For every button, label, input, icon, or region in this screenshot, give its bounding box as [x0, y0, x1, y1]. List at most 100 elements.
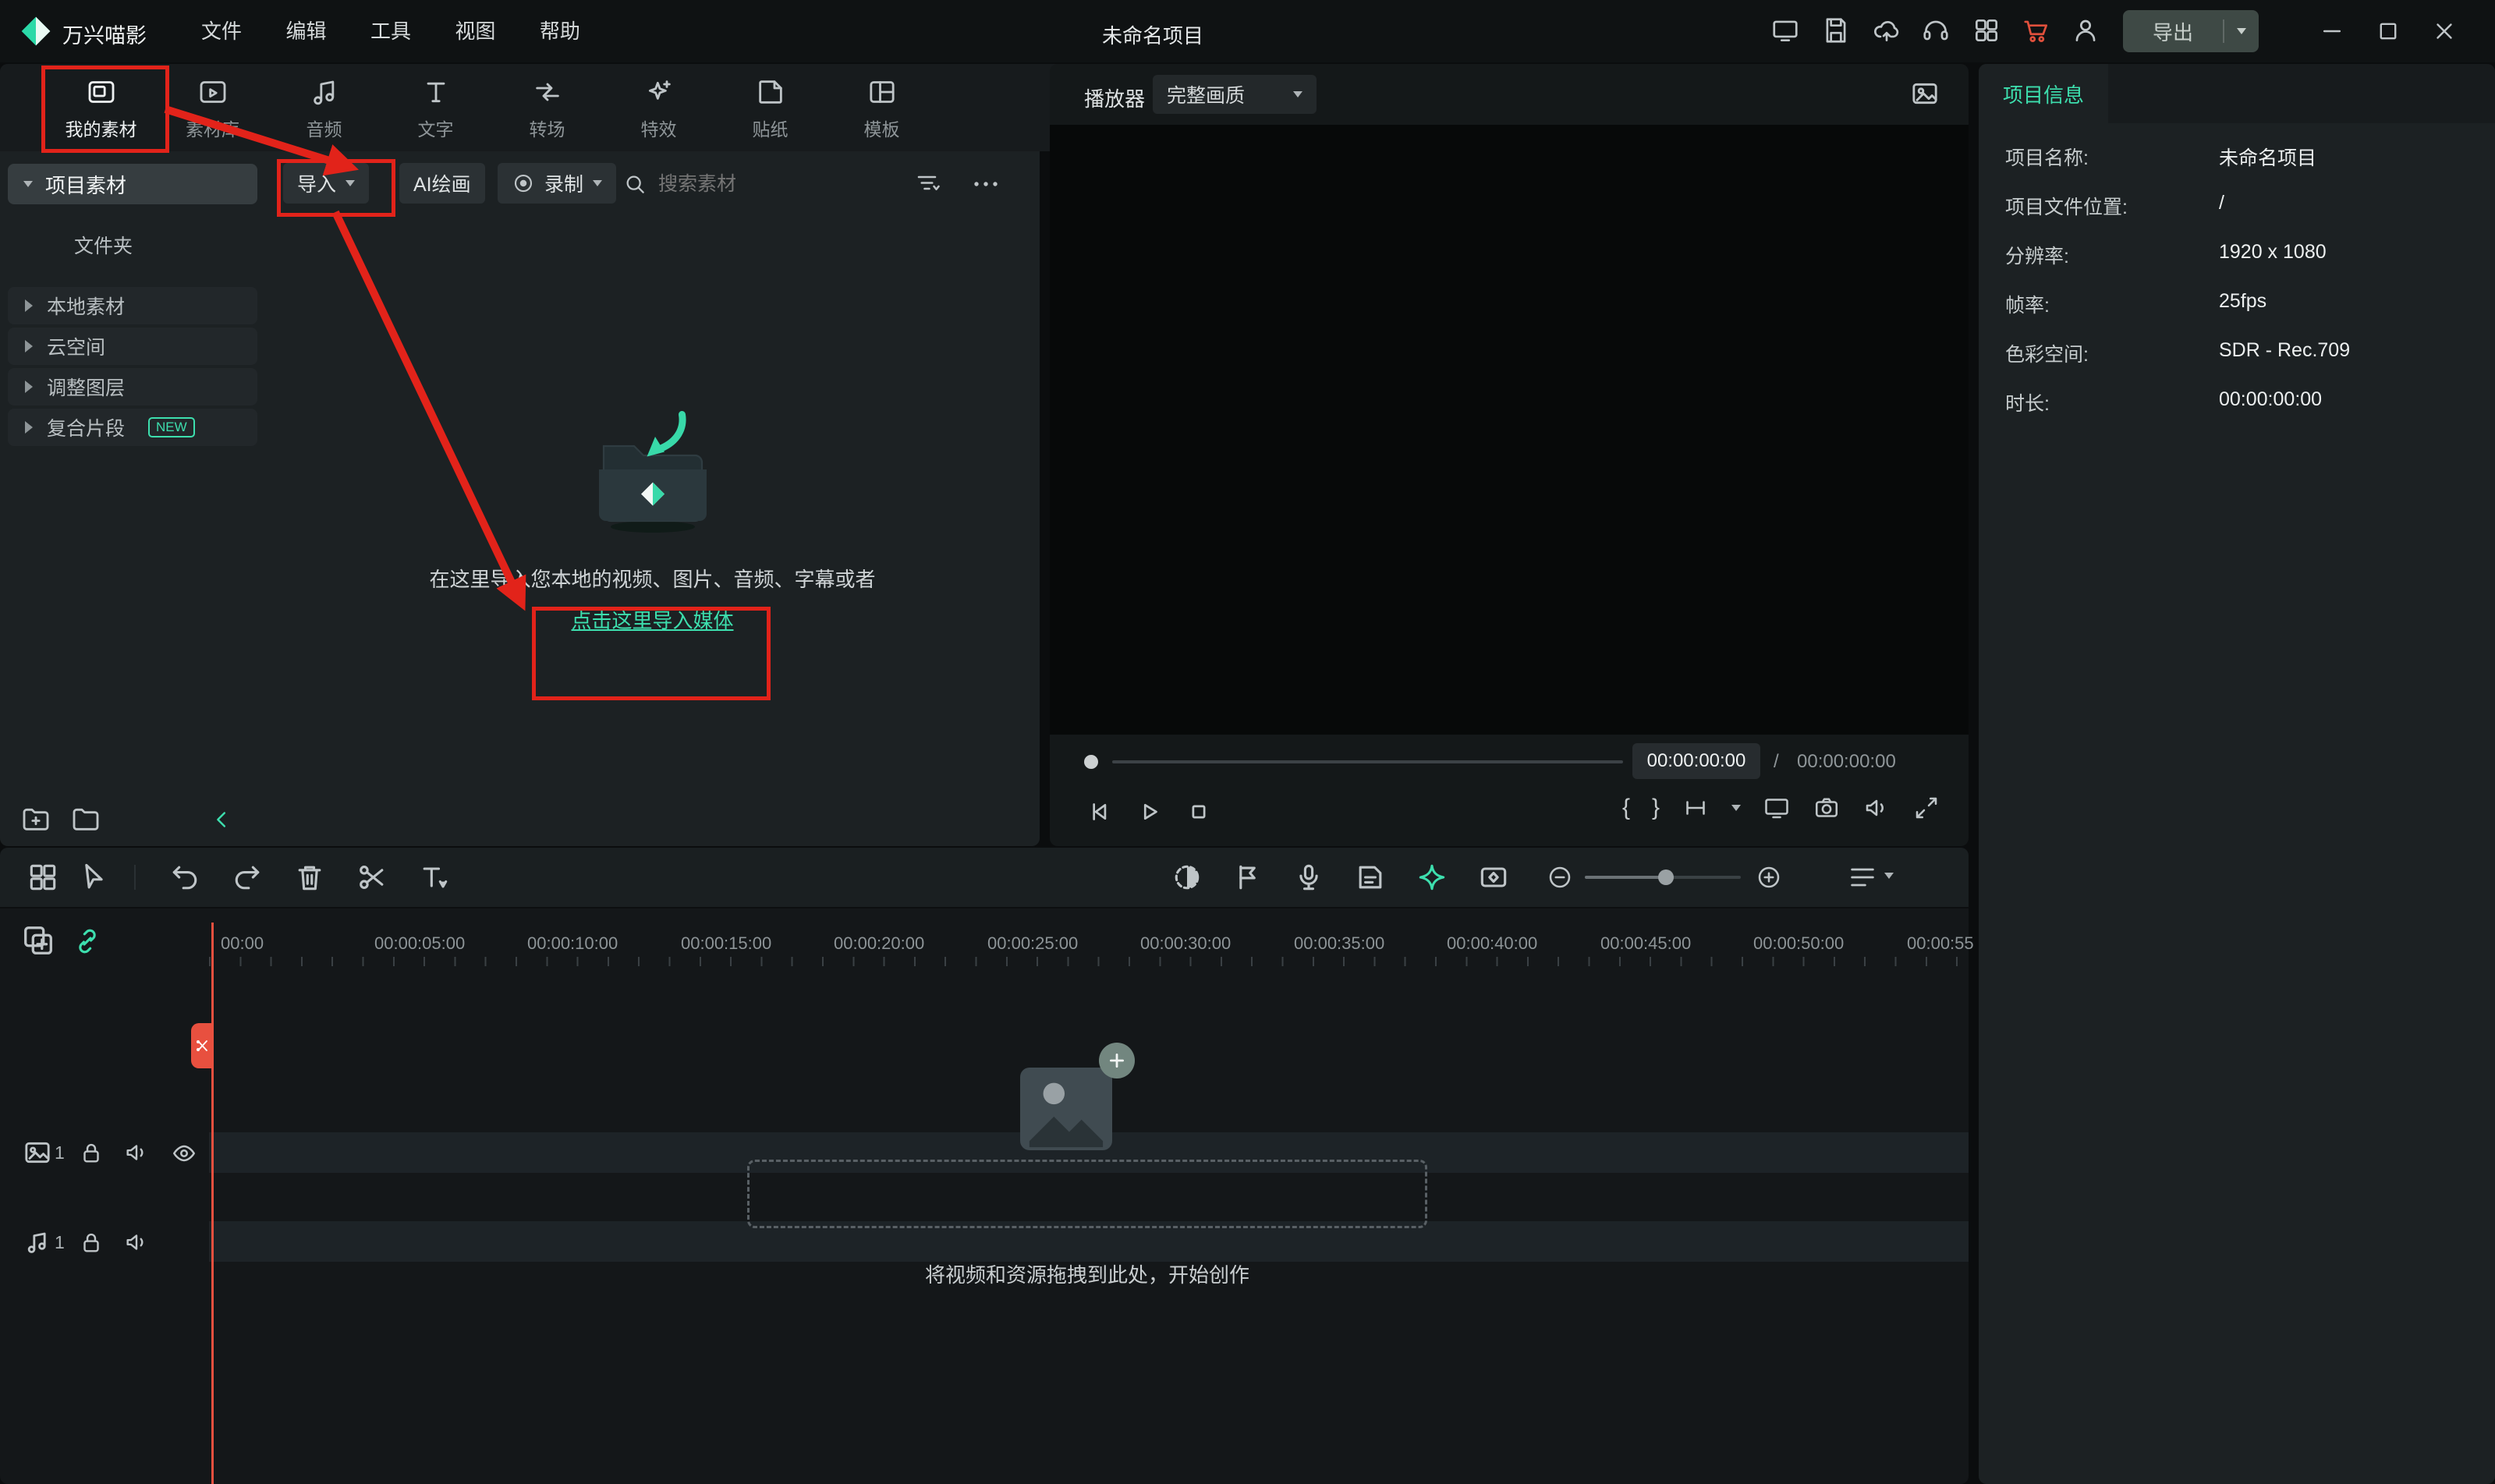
display-mode-icon[interactable] — [1770, 16, 1800, 45]
tab-audio[interactable]: 音频 — [268, 64, 380, 151]
keyframe-icon[interactable] — [1476, 860, 1511, 894]
time-divider: / — [1774, 751, 1779, 772]
sidebar-item-cloud-space[interactable]: 云空间 — [8, 328, 257, 365]
apps-grid-icon[interactable] — [1972, 16, 2001, 45]
seek-track[interactable] — [1112, 760, 1623, 763]
tab-stickers[interactable]: 贴纸 — [714, 64, 826, 151]
tab-transitions[interactable]: 转场 — [491, 64, 603, 151]
add-media-badge-icon[interactable] — [1099, 1043, 1135, 1078]
sidebar-item-compound-clip[interactable]: 复合片段 NEW — [8, 409, 257, 446]
cart-icon[interactable] — [2022, 16, 2051, 45]
seek-handle[interactable] — [1084, 755, 1098, 769]
support-headset-icon[interactable] — [1921, 16, 1951, 45]
link-clips-icon[interactable] — [70, 924, 105, 958]
video-track-number: 1 — [55, 1142, 65, 1163]
delete-folder-icon[interactable] — [70, 803, 101, 834]
quality-dropdown[interactable]: 完整画质 — [1153, 75, 1317, 114]
sidebar-item-local-media[interactable]: 本地素材 — [8, 287, 257, 324]
redo-icon[interactable] — [230, 860, 264, 894]
smart-spark-icon[interactable] — [1415, 860, 1449, 894]
info-label: 时长: — [2005, 393, 2050, 415]
track-height-icon[interactable] — [1847, 862, 1878, 893]
zoom-slider-knob[interactable] — [1658, 870, 1674, 885]
mute-track-icon[interactable] — [123, 1229, 150, 1256]
import-button[interactable]: 导入 — [283, 163, 370, 204]
volume-icon[interactable] — [1862, 794, 1891, 822]
export-dropdown-icon[interactable] — [2224, 28, 2259, 34]
sidebar-item-label: 复合片段 — [47, 418, 126, 440]
preview-viewport[interactable] — [1050, 125, 1969, 735]
menu-file[interactable]: 文件 — [181, 0, 262, 62]
filter-icon[interactable] — [914, 170, 942, 198]
search-input[interactable] — [657, 165, 878, 203]
hide-track-icon[interactable] — [170, 1139, 198, 1167]
marker-icon[interactable] — [1231, 860, 1265, 894]
select-tool-icon[interactable] — [76, 860, 111, 894]
tab-templates[interactable]: 模板 — [826, 64, 937, 151]
export-label: 导出 — [2152, 20, 2193, 44]
import-hint-text: 在这里导入您本地的视频、图片、音频、字幕或者 — [429, 568, 876, 591]
track-manager-icon[interactable] — [26, 860, 60, 894]
menu-view[interactable]: 视图 — [434, 0, 516, 62]
export-button[interactable]: 导出 — [2123, 10, 2259, 52]
maximize-icon[interactable] — [2371, 14, 2405, 48]
import-media-link[interactable]: 点击这里导入媒体 — [265, 605, 1040, 634]
collapse-sidebar-icon[interactable] — [209, 806, 236, 833]
add-to-timeline-icon[interactable] — [20, 923, 56, 958]
menu-tools[interactable]: 工具 — [350, 0, 431, 62]
close-icon[interactable] — [2427, 14, 2461, 48]
info-label: 分辨率: — [2005, 246, 2069, 267]
subtitle-icon[interactable] — [1353, 860, 1387, 894]
fullscreen-icon[interactable] — [1912, 794, 1940, 822]
previous-frame-icon[interactable] — [1084, 797, 1114, 827]
account-icon[interactable] — [2071, 16, 2100, 45]
sidebar-item-folder[interactable]: 文件夹 — [74, 231, 133, 259]
info-label: 项目文件位置: — [2005, 197, 2128, 218]
snapshot-icon[interactable] — [1813, 794, 1841, 822]
lock-track-icon[interactable] — [78, 1229, 105, 1256]
more-options-icon[interactable] — [972, 176, 1000, 192]
tab-project-info[interactable]: 项目信息 — [1979, 64, 2108, 123]
tab-stock-media[interactable]: 素材库 — [157, 64, 268, 151]
mute-track-icon[interactable] — [123, 1139, 150, 1166]
menu-edit[interactable]: 编辑 — [265, 0, 346, 62]
lock-track-icon[interactable] — [78, 1139, 105, 1166]
sidebar-item-project-media[interactable]: 项目素材 — [8, 164, 257, 204]
split-scissors-icon[interactable] — [355, 860, 389, 894]
mark-in-icon[interactable]: { — [1622, 795, 1630, 821]
ruler-label: 00:00:15:00 — [681, 933, 772, 953]
chevron-down-icon[interactable] — [1884, 873, 1894, 879]
top-bar: 万兴喵影 文件 编辑 工具 视图 帮助 未命名项目 导出 — [0, 0, 2495, 62]
voiceover-mic-icon[interactable] — [1292, 860, 1326, 894]
delete-icon[interactable] — [292, 860, 327, 894]
mark-out-icon[interactable]: } — [1652, 795, 1660, 821]
add-text-icon[interactable] — [417, 860, 452, 894]
sidebar-item-adjustment-layer[interactable]: 调整图层 — [8, 368, 257, 406]
minimize-icon[interactable] — [2315, 14, 2349, 48]
record-button[interactable]: 录制 — [498, 163, 617, 204]
zoom-out-icon[interactable] — [1546, 863, 1574, 891]
tab-text[interactable]: 文字 — [380, 64, 491, 151]
tab-label: 素材库 — [186, 119, 239, 140]
undo-icon[interactable] — [168, 860, 202, 894]
audio-track-number: 1 — [55, 1232, 65, 1252]
cloud-upload-icon[interactable] — [1872, 16, 1901, 45]
ai-paint-button[interactable]: AI绘画 — [399, 163, 485, 204]
second-screen-icon[interactable] — [1763, 794, 1791, 822]
play-icon[interactable] — [1134, 797, 1164, 827]
tab-effects[interactable]: 特效 — [603, 64, 714, 151]
trim-range-icon[interactable] — [1682, 794, 1710, 822]
timeline-drop-zone[interactable] — [747, 1160, 1427, 1228]
playhead-split-handle[interactable] — [191, 1023, 213, 1068]
chevron-down-icon — [593, 180, 603, 186]
aspect-icon[interactable] — [1909, 78, 1940, 109]
zoom-in-icon[interactable] — [1755, 863, 1783, 891]
render-preview-icon[interactable] — [1170, 860, 1204, 894]
playhead[interactable] — [211, 923, 214, 1484]
menu-help[interactable]: 帮助 — [519, 0, 601, 62]
save-icon[interactable] — [1821, 16, 1851, 45]
stop-icon[interactable] — [1184, 797, 1214, 827]
new-folder-icon[interactable] — [20, 803, 51, 834]
tab-my-media[interactable]: 我的素材 — [45, 64, 157, 151]
chevron-down-icon[interactable] — [1731, 805, 1741, 811]
